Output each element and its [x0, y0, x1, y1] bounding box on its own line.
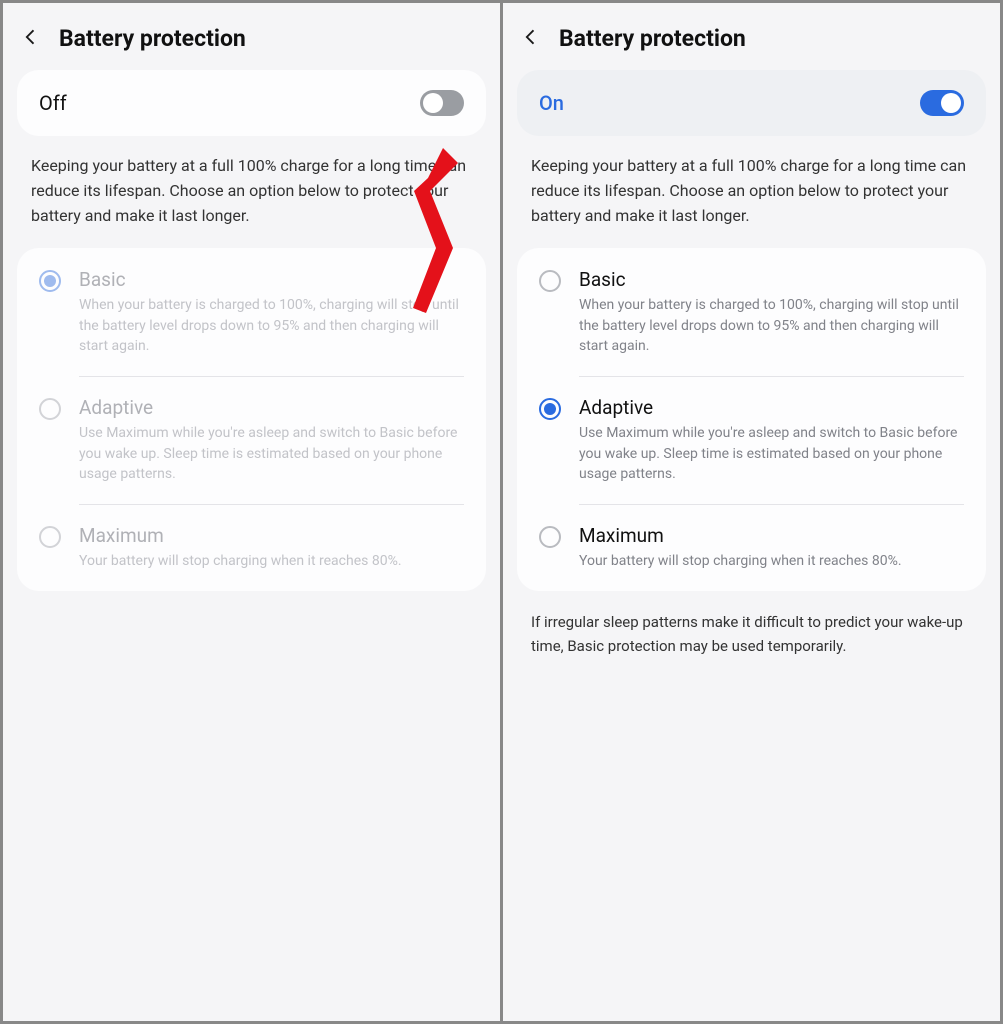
radio-icon — [39, 398, 61, 420]
option-desc: Your battery will stop charging when it … — [79, 551, 464, 571]
option-desc: Use Maximum while you're asleep and swit… — [579, 423, 964, 484]
pane-off: Battery protection Off Keeping your batt… — [3, 3, 500, 1021]
description: Keeping your battery at a full 100% char… — [503, 154, 1000, 248]
option-title: Adaptive — [79, 396, 464, 419]
back-icon[interactable] — [21, 27, 41, 51]
radio-icon — [539, 270, 561, 292]
toggle-switch[interactable] — [420, 90, 464, 116]
option-title: Basic — [79, 268, 464, 291]
option-desc: When your battery is charged to 100%, ch… — [79, 295, 464, 356]
option-maximum[interactable]: Maximum Your battery will stop charging … — [17, 504, 486, 591]
option-desc: Your battery will stop charging when it … — [579, 551, 964, 571]
option-title: Basic — [579, 268, 964, 291]
page-title: Battery protection — [59, 25, 246, 52]
option-maximum[interactable]: Maximum Your battery will stop charging … — [517, 504, 986, 591]
toggle-switch[interactable] — [920, 90, 964, 116]
option-title: Adaptive — [579, 396, 964, 419]
option-basic[interactable]: Basic When your battery is charged to 10… — [17, 248, 486, 376]
toggle-label: Off — [39, 91, 67, 115]
radio-icon — [539, 526, 561, 548]
option-desc: When your battery is charged to 100%, ch… — [579, 295, 964, 356]
option-title: Maximum — [579, 524, 964, 547]
description: Keeping your battery at a full 100% char… — [3, 154, 500, 248]
radio-icon — [39, 270, 61, 292]
footnote: If irregular sleep patterns make it diff… — [503, 591, 1000, 678]
pane-on: Battery protection On Keeping your batte… — [503, 3, 1000, 1021]
header: Battery protection — [3, 3, 500, 70]
options-list: Basic When your battery is charged to 10… — [17, 248, 486, 591]
header: Battery protection — [503, 3, 1000, 70]
option-adaptive[interactable]: Adaptive Use Maximum while you're asleep… — [517, 376, 986, 504]
radio-icon — [539, 398, 561, 420]
option-basic[interactable]: Basic When your battery is charged to 10… — [517, 248, 986, 376]
back-icon[interactable] — [521, 27, 541, 51]
option-desc: Use Maximum while you're asleep and swit… — [79, 423, 464, 484]
toggle-label: On — [539, 91, 564, 115]
options-list: Basic When your battery is charged to 10… — [517, 248, 986, 591]
master-toggle-row[interactable]: On — [517, 70, 986, 136]
radio-icon — [39, 526, 61, 548]
master-toggle-row[interactable]: Off — [17, 70, 486, 136]
option-title: Maximum — [79, 524, 464, 547]
page-title: Battery protection — [559, 25, 746, 52]
option-adaptive[interactable]: Adaptive Use Maximum while you're asleep… — [17, 376, 486, 504]
